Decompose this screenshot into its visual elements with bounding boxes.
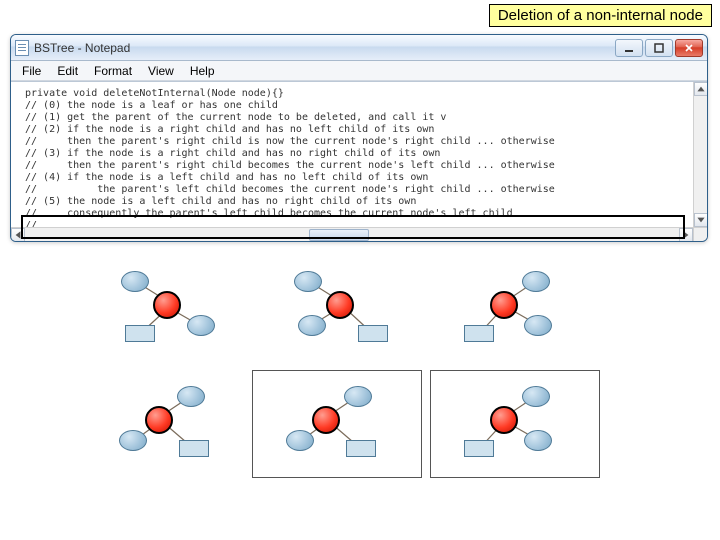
scroll-down-button[interactable] <box>694 213 707 227</box>
tree-case-4 <box>440 265 590 355</box>
deleted-node <box>326 291 354 319</box>
notepad-window: BSTree - Notepad File Edit Format View H… <box>10 34 708 242</box>
parent-node <box>294 271 322 292</box>
leaf-node <box>464 440 494 457</box>
tree-case-3 <box>268 265 418 355</box>
leaf-node <box>179 440 209 457</box>
tree-case-5c <box>440 380 590 470</box>
child-node <box>298 315 326 336</box>
menu-format[interactable]: Format <box>87 63 139 79</box>
deleted-node <box>153 291 181 319</box>
notepad-icon <box>15 40 29 56</box>
scroll-up-button[interactable] <box>694 82 707 96</box>
vertical-scrollbar[interactable] <box>693 82 707 227</box>
menu-help[interactable]: Help <box>183 63 222 79</box>
menu-edit[interactable]: Edit <box>50 63 85 79</box>
scroll-thumb[interactable] <box>309 229 369 241</box>
horizontal-scrollbar[interactable] <box>11 227 693 241</box>
minimize-button[interactable] <box>615 39 643 57</box>
child-node <box>187 315 215 336</box>
deleted-node <box>145 406 173 434</box>
parent-node <box>121 271 149 292</box>
scroll-right-button[interactable] <box>679 228 693 242</box>
slide-title: Deletion of a non-internal node <box>489 4 712 27</box>
child-node <box>119 430 147 451</box>
close-button[interactable] <box>675 39 703 57</box>
leaf-node <box>464 325 494 342</box>
leaf-node <box>358 325 388 342</box>
resize-grip[interactable] <box>693 227 707 241</box>
window-title: BSTree - Notepad <box>34 41 615 55</box>
menu-view[interactable]: View <box>141 63 181 79</box>
parent-node <box>522 271 550 292</box>
child-node <box>286 430 314 451</box>
deleted-node <box>312 406 340 434</box>
leaf-node <box>346 440 376 457</box>
tree-case-5a <box>95 380 245 470</box>
maximize-button[interactable] <box>645 39 673 57</box>
diagram-area <box>0 260 720 530</box>
tree-case-2 <box>95 265 245 355</box>
titlebar[interactable]: BSTree - Notepad <box>11 35 707 61</box>
menubar: File Edit Format View Help <box>11 61 707 81</box>
leaf-node <box>125 325 155 342</box>
parent-node <box>522 386 550 407</box>
scroll-left-button[interactable] <box>11 228 25 242</box>
window-controls <box>615 39 703 57</box>
deleted-node <box>490 406 518 434</box>
menu-file[interactable]: File <box>15 63 48 79</box>
editor-area[interactable]: private void deleteNotInternal(Node node… <box>11 81 707 227</box>
parent-node <box>344 386 372 407</box>
tree-case-5b <box>262 380 412 470</box>
child-node <box>524 315 552 336</box>
child-node <box>524 430 552 451</box>
deleted-node <box>490 291 518 319</box>
parent-node <box>177 386 205 407</box>
